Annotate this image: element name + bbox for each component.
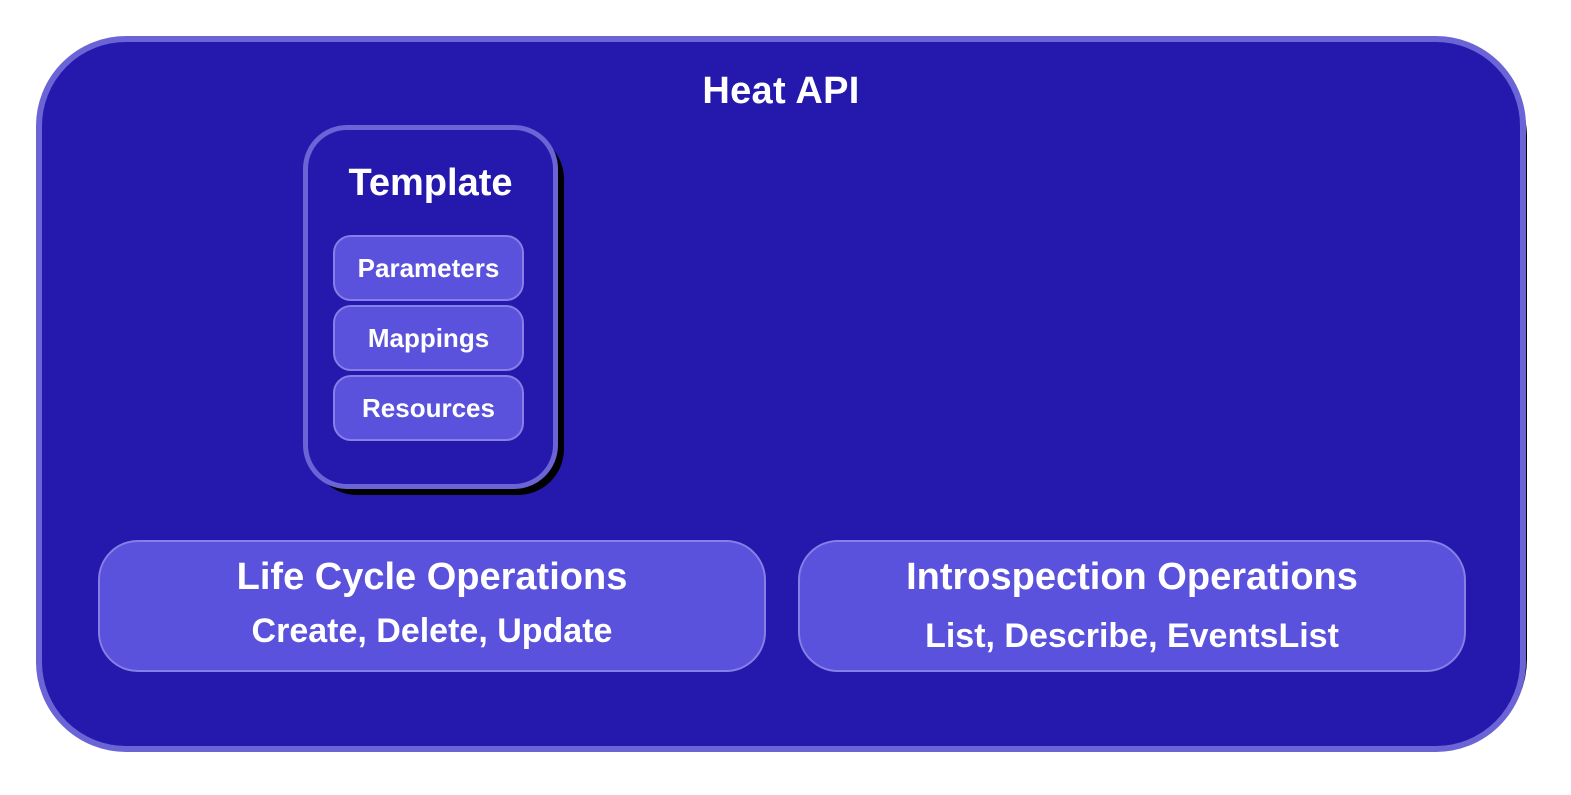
template-item-resources: Resources bbox=[333, 375, 524, 441]
template-box: Template Parameters Mappings Resources bbox=[303, 125, 558, 489]
life-cycle-operations-title: Life Cycle Operations bbox=[236, 556, 628, 598]
template-item-mappings: Mappings bbox=[333, 305, 524, 371]
introspection-operations-box: Introspection Operations List, Describe,… bbox=[798, 540, 1466, 672]
introspection-operations-list: List, Describe, EventsList bbox=[925, 617, 1339, 655]
template-title: Template bbox=[348, 162, 513, 204]
heat-api-title: Heat API bbox=[702, 70, 860, 112]
template-item-parameters: Parameters bbox=[333, 235, 524, 301]
introspection-operations-title: Introspection Operations bbox=[906, 556, 1358, 598]
life-cycle-operations-box: Life Cycle Operations Create, Delete, Up… bbox=[98, 540, 766, 672]
life-cycle-operations-list: Create, Delete, Update bbox=[251, 612, 613, 650]
